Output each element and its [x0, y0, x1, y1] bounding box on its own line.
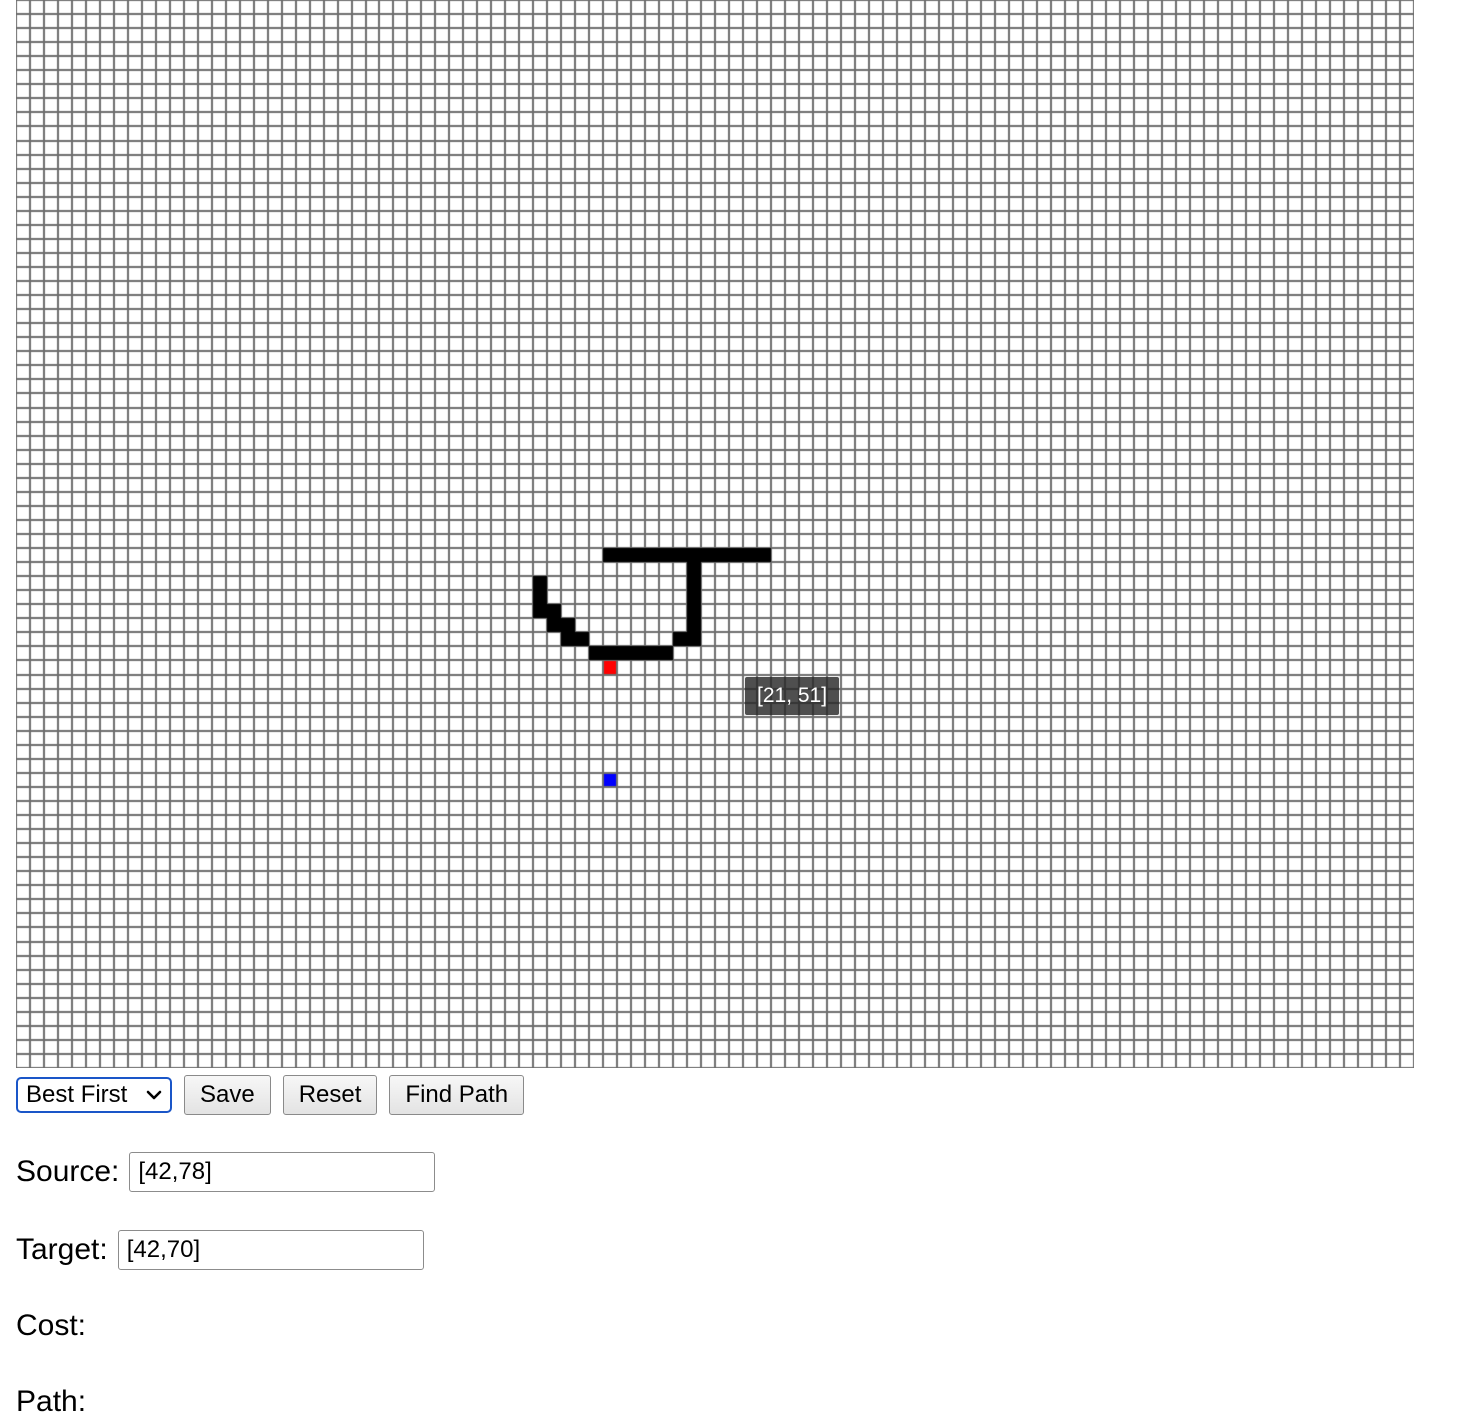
source-input[interactable]: [129, 1152, 436, 1192]
find-path-button[interactable]: Find Path: [389, 1075, 525, 1115]
target-row: Target:: [16, 1230, 424, 1270]
save-button[interactable]: Save: [184, 1075, 271, 1115]
target-label: Target:: [16, 1233, 108, 1266]
reset-button[interactable]: Reset: [282, 1075, 378, 1115]
algorithm-select-value: Best First: [26, 1081, 128, 1108]
cost-label: Cost:: [16, 1309, 87, 1342]
algorithm-select[interactable]: Best First: [16, 1077, 172, 1113]
toolbar: Best First Save Reset Find Path: [16, 1075, 525, 1115]
cell-coordinate-tooltip: [21, 51]: [745, 677, 840, 715]
target-input[interactable]: [117, 1230, 424, 1270]
path-label: Path:: [16, 1385, 87, 1418]
source-row: Source:: [16, 1152, 436, 1192]
source-label: Source:: [16, 1155, 120, 1188]
pathfinding-grid[interactable]: [16, 0, 1414, 1068]
chevron-down-icon: [146, 1090, 162, 1100]
